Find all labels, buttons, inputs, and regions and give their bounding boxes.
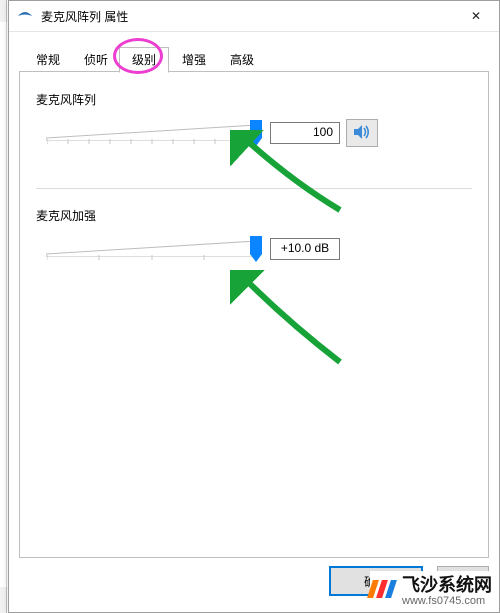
speaker-icon (353, 124, 371, 143)
tab-listen[interactable]: 侦听 (71, 47, 121, 72)
tab-enhance[interactable]: 增强 (169, 47, 219, 72)
mic-boost-value[interactable]: +10.0 dB (270, 238, 340, 260)
tab-general[interactable]: 常规 (23, 47, 73, 72)
tab-strip: 常规 侦听 级别 增强 高级 (19, 46, 489, 72)
properties-dialog: 麦克风阵列 属性 ✕ 常规 侦听 级别 增强 高级 麦克风阵列 (8, 0, 500, 613)
watermark-brand: 飞沙系统网 (402, 571, 492, 597)
mic-boost-thumb[interactable] (250, 236, 262, 262)
mic-array-value[interactable]: 100 (270, 122, 340, 144)
mic-boost-group: 麦克风加强 (36, 207, 472, 268)
levels-panel: 麦克风阵列 (19, 71, 489, 558)
mic-array-mute-button[interactable] (346, 119, 378, 147)
close-button[interactable]: ✕ (453, 1, 499, 31)
mic-array-slider[interactable] (46, 119, 256, 147)
watermark: 飞沙系统网 www.fs0745.com (370, 571, 492, 607)
mic-array-label: 麦克风阵列 (36, 91, 472, 108)
mic-array-thumb[interactable] (250, 120, 262, 146)
tab-levels[interactable]: 级别 (119, 47, 169, 73)
mic-icon (15, 6, 35, 26)
mic-boost-slider[interactable] (46, 235, 256, 263)
mic-boost-label: 麦克风加强 (36, 207, 472, 224)
titlebar: 麦克风阵列 属性 ✕ (9, 1, 499, 32)
watermark-logo (370, 580, 394, 598)
tab-advanced[interactable]: 高级 (217, 47, 267, 72)
close-icon: ✕ (471, 9, 481, 23)
window-title: 麦克风阵列 属性 (41, 8, 128, 25)
separator (36, 188, 472, 189)
watermark-url: www.fs0745.com (402, 595, 492, 607)
mic-array-group: 麦克风阵列 (36, 91, 472, 152)
